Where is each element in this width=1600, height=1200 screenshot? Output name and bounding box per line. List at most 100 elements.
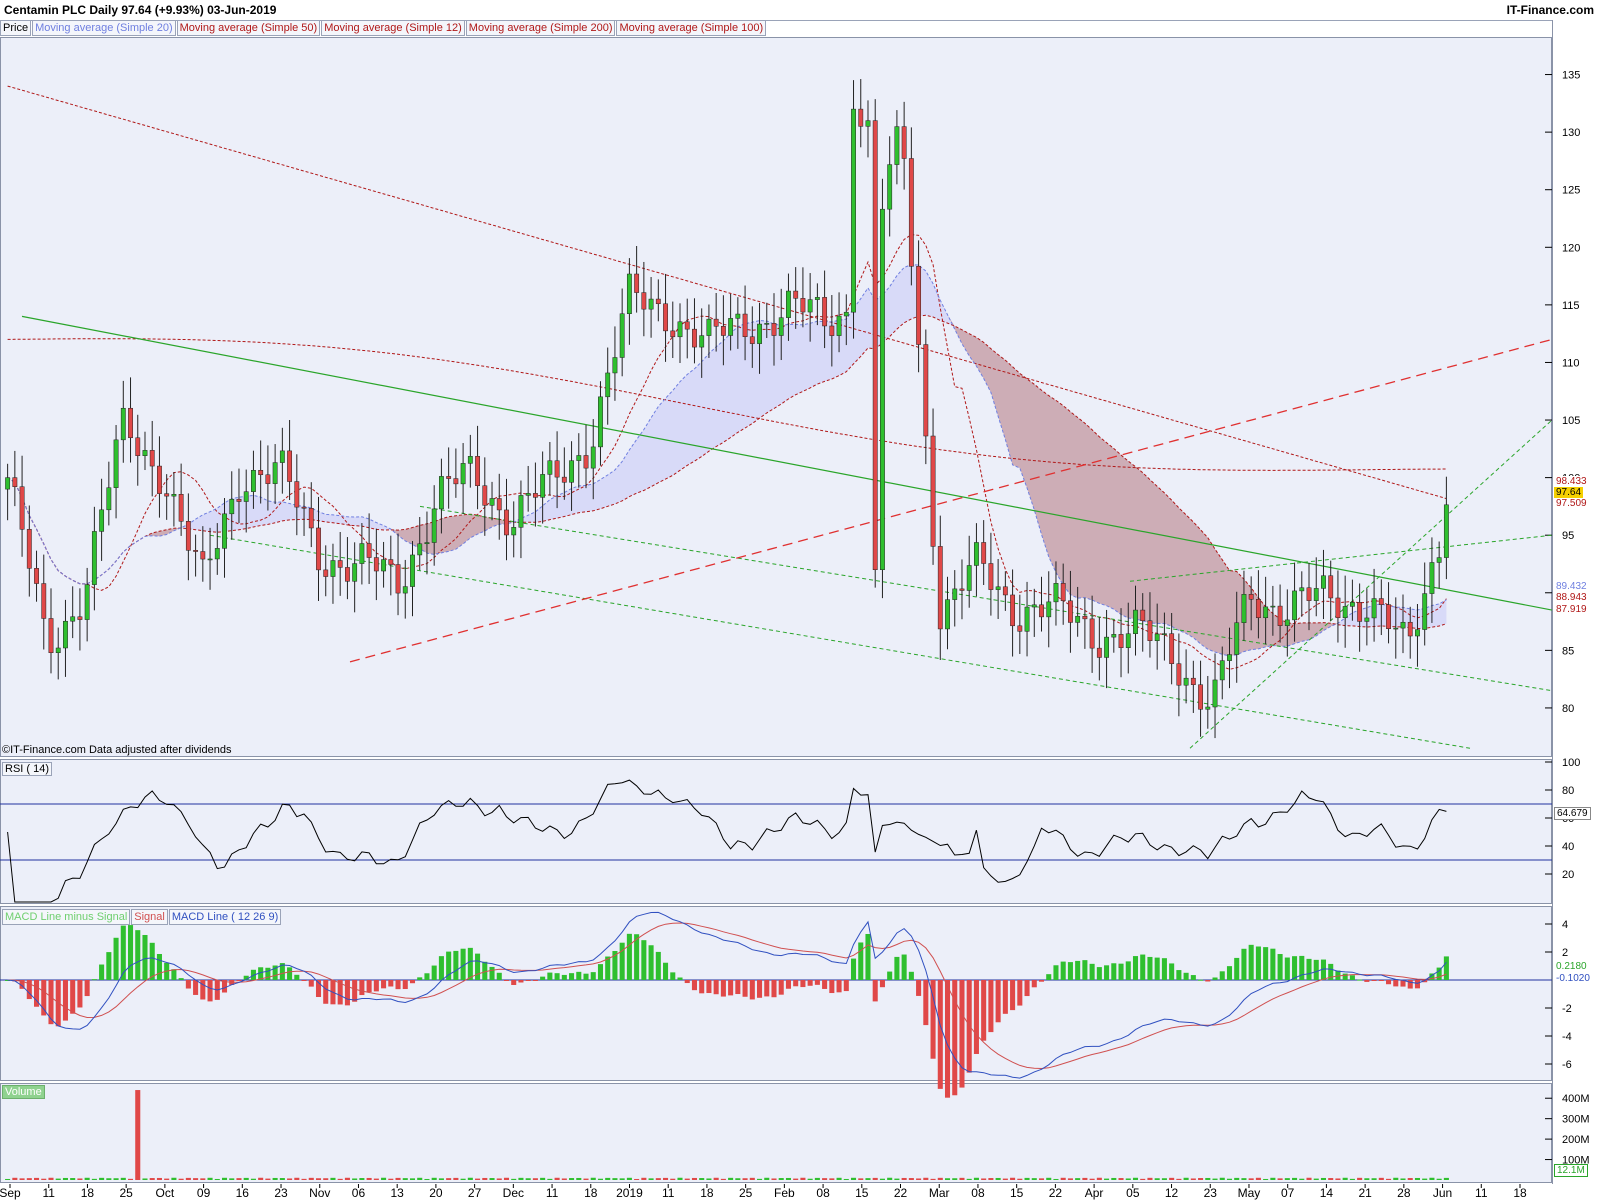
macd-histogram-bar [764, 980, 770, 997]
volume-bar [800, 1177, 806, 1180]
volume-bar [641, 1177, 647, 1180]
candle-body [12, 477, 18, 487]
candle-body [323, 569, 329, 577]
volume-bar [583, 1178, 589, 1180]
macd-histogram-bar [1024, 980, 1030, 997]
candle-body [460, 463, 466, 485]
macd-histogram-bar [91, 979, 97, 981]
macd-histogram-bar [663, 962, 669, 980]
candle-body [1342, 606, 1348, 619]
macd-signal-line [7, 922, 1447, 1070]
candle-body [345, 567, 350, 582]
candle-body [742, 313, 748, 337]
volume-bar [1357, 1177, 1363, 1180]
macd-histogram-bar [1125, 961, 1131, 980]
volume-bar [70, 1178, 76, 1180]
volume-bar [453, 1177, 459, 1180]
volume-bar [55, 1178, 61, 1180]
candle-body [1248, 594, 1254, 600]
x-tick-label: 11 [42, 1186, 55, 1200]
rsi-tick-label: 20 [1562, 869, 1574, 881]
candle-body [1349, 602, 1355, 607]
macd-histogram-bar [1176, 970, 1182, 980]
macd-histogram-bar [1371, 980, 1377, 981]
macd-histogram-bar [453, 950, 459, 980]
macd-histogram-bar [1299, 955, 1305, 980]
volume-bar [337, 1178, 343, 1180]
volume-bar [1263, 1178, 1269, 1180]
candle-body [641, 292, 647, 310]
macd-histogram-bar [489, 966, 495, 980]
macd-histogram-bar [402, 980, 408, 990]
candle-body [164, 493, 170, 497]
volume-bar [1140, 1178, 1146, 1180]
macd-histogram-bar [641, 940, 647, 980]
price-tick-label: 85 [1562, 645, 1574, 657]
candle-body [757, 323, 762, 344]
macd-histogram-bar [569, 973, 575, 980]
volume-bar [1320, 1177, 1327, 1180]
candle-body [880, 208, 885, 570]
macd-histogram-bar [388, 980, 394, 987]
candle-body [135, 437, 141, 456]
volume-bar [1349, 1178, 1355, 1180]
candle-body [1198, 684, 1203, 710]
volume-bar [1205, 1177, 1211, 1180]
legend-macd-line[interactable]: MACD Line ( 12 26 9) [168, 909, 282, 925]
candle-body [482, 485, 488, 506]
volume-bar [872, 1177, 878, 1180]
candle-body [786, 290, 791, 318]
candle-body [48, 618, 54, 653]
legend-macd-signal[interactable]: Signal [131, 909, 168, 925]
macd-histogram-bar [99, 964, 105, 980]
macd-histogram-bar [937, 980, 943, 1089]
macd-line [7, 911, 1447, 1079]
macd-histogram-bar [916, 980, 922, 996]
volume-bar [1292, 1177, 1298, 1180]
macd-histogram-bar [366, 980, 372, 993]
candle-body [605, 372, 611, 398]
macd-histogram-bar [872, 980, 878, 1002]
candle-body [1205, 706, 1211, 710]
x-tick-label: 21 [1358, 1186, 1372, 1200]
x-tick-label: 22 [1049, 1186, 1063, 1200]
candle-body [417, 543, 423, 556]
candle-body [1053, 583, 1059, 603]
candle-body [1219, 660, 1225, 681]
volume-bar [1299, 1178, 1305, 1180]
volume-bar [1212, 1178, 1218, 1180]
macd-histogram-bar [1386, 980, 1392, 985]
candle-body [713, 318, 719, 327]
volume-bar [720, 1178, 726, 1180]
volume-bar [648, 1178, 654, 1180]
macd-histogram-bar [113, 937, 119, 980]
macd-histogram-bar [626, 933, 632, 980]
candle-body [1147, 620, 1153, 641]
macd-histogram-bar [684, 980, 690, 984]
rsi-label[interactable]: RSI ( 14) [2, 762, 53, 776]
macd-histogram-bar [532, 980, 538, 981]
volume-bar [171, 1177, 177, 1180]
macd-histogram-bar [1313, 959, 1319, 980]
volume-bar [496, 1178, 502, 1180]
legend-macd-histogram[interactable]: MACD Line minus Signal [2, 909, 131, 925]
volume-bar [243, 1177, 249, 1180]
candle-body [1364, 617, 1370, 622]
volume-bar [1082, 1177, 1088, 1180]
candle-body [185, 521, 191, 551]
volume-label[interactable]: Volume [2, 1085, 45, 1099]
candle-body [1328, 575, 1334, 599]
volume-bar [149, 1178, 155, 1180]
candle-body [214, 548, 220, 560]
candle-body [1378, 598, 1384, 605]
candle-body [547, 460, 553, 475]
macd-histogram-bar [1255, 946, 1261, 980]
candle-body [308, 508, 314, 529]
candle-body [1133, 609, 1138, 634]
macd-histogram-bar [185, 980, 191, 989]
volume-bar [518, 1177, 524, 1180]
candle-body [301, 506, 307, 509]
macd-histogram-bar [1234, 957, 1240, 980]
macd-histogram-bar [373, 980, 379, 992]
price-tag-ma100: 97.509 [1554, 498, 1589, 509]
